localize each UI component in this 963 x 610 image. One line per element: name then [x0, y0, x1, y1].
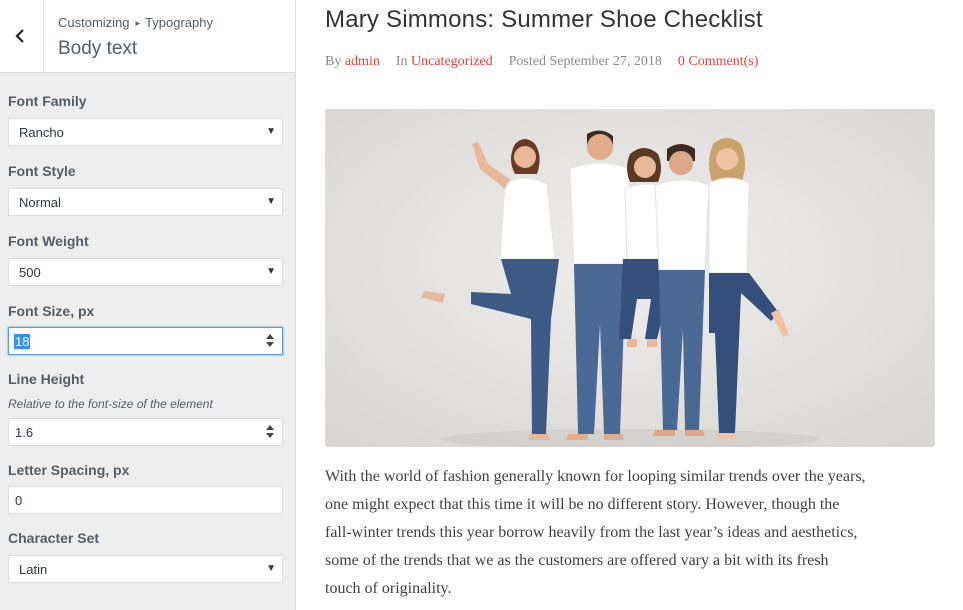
customizer-sidebar: Customizing ▸ Typography Body text Font Fa…: [0, 0, 296, 610]
letter-spacing-label: Letter Spacing, px: [8, 462, 130, 478]
post-date: Posted September 27, 2018: [508, 54, 662, 69]
font-family-select[interactable]: Rancho ▼: [8, 118, 283, 146]
post-meta: By admin In Uncategorized Posted September…: [325, 54, 758, 70]
font-size-label: Font Size, px: [8, 303, 95, 319]
category-link[interactable]: Uncategorized: [411, 54, 493, 69]
font-style-label: Font Style: [8, 163, 76, 179]
number-spinner-icon[interactable]: [265, 334, 276, 348]
chevron-left-icon: [15, 29, 24, 43]
breadcrumb: Customizing ▸ Typography: [58, 15, 213, 30]
post-title[interactable]: Mary Simmons: Summer Shoe Checklist: [325, 6, 763, 34]
line-height-input[interactable]: 1.6: [8, 418, 283, 446]
meta-by: By: [325, 54, 342, 69]
back-button[interactable]: [0, 0, 44, 72]
font-weight-label: Font Weight: [8, 233, 89, 249]
section-header: Customizing ▸ Typography Body text: [0, 0, 295, 73]
character-set-select[interactable]: Latin ▼: [8, 555, 283, 583]
body-line: one might expect that this time it will …: [325, 496, 840, 513]
number-spinner-icon[interactable]: [265, 425, 276, 439]
line-height-value: 1.6: [15, 425, 34, 440]
section-title: Body text: [58, 38, 138, 59]
font-family-value: Rancho: [19, 125, 64, 140]
breadcrumb-current: Typography: [145, 15, 213, 30]
body-line: With the world of fashion generally know…: [325, 468, 866, 485]
letter-spacing-value: 0: [15, 493, 23, 508]
breadcrumb-separator-icon: ▸: [135, 18, 141, 28]
group-photo-illustration: [325, 109, 935, 447]
font-style-select[interactable]: Normal ▼: [8, 188, 283, 216]
post-body: With the world of fashion generally know…: [325, 463, 940, 603]
body-line: touch of originality.: [325, 580, 452, 597]
site-preview: Mary Simmons: Summer Shoe Checklist By a…: [297, 0, 963, 610]
font-weight-value: 500: [19, 265, 41, 280]
dropdown-arrow-icon: ▼: [266, 126, 276, 137]
body-line: some of the trends that we as the custom…: [325, 552, 829, 569]
meta-in: In: [395, 54, 408, 69]
letter-spacing-input[interactable]: 0: [8, 486, 283, 514]
breadcrumb-parent: Customizing: [58, 15, 130, 30]
featured-image: [325, 109, 935, 447]
font-family-label: Font Family: [8, 93, 87, 109]
line-height-label: Line Height: [8, 371, 85, 387]
font-style-value: Normal: [19, 195, 61, 210]
body-line: fall-winter trends this year borrow heav…: [325, 524, 858, 541]
line-height-description: Relative to the font-size of the element: [8, 397, 213, 411]
font-size-input[interactable]: 18: [8, 327, 283, 355]
comments-link[interactable]: 0 Comment(s): [678, 54, 759, 69]
dropdown-arrow-icon: ▼: [266, 266, 276, 277]
font-size-value: 18: [14, 334, 31, 349]
font-weight-select[interactable]: 500 ▼: [8, 258, 283, 286]
author-link[interactable]: admin: [345, 54, 380, 69]
dropdown-arrow-icon: ▼: [266, 196, 276, 207]
character-set-label: Character Set: [8, 530, 100, 546]
dropdown-arrow-icon: ▼: [266, 563, 276, 574]
character-set-value: Latin: [19, 562, 48, 577]
